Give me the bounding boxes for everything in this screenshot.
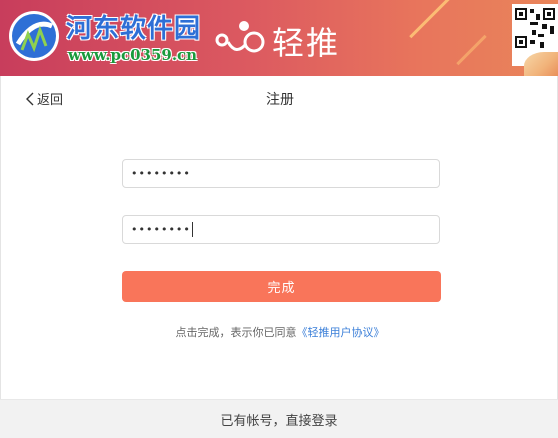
text-caret	[191, 222, 193, 237]
app-name: 轻推	[272, 24, 341, 62]
done-button-label: 完成	[267, 281, 296, 296]
register-panel: 返回 注册 •••••••• •••••••• 完成 点击完成，表示你已同意《轻…	[0, 76, 558, 399]
page-title: 注册	[266, 92, 294, 108]
password-field[interactable]: ••••••••	[122, 159, 440, 188]
login-link[interactable]: 已有帐号，直接登录	[0, 399, 558, 438]
done-button[interactable]: 完成	[122, 271, 441, 302]
agreement-notice: 点击完成，表示你已同意《轻推用户协议》	[1, 324, 558, 340]
login-link-label: 已有帐号，直接登录	[220, 413, 338, 429]
site-name: 河东软件园	[66, 14, 202, 44]
header-banner: 河东软件园 www.pc0359.cn 轻推	[0, 0, 558, 76]
site-url: www.pc0359.cn	[68, 46, 198, 64]
confirm-password-field[interactable]: ••••••••	[122, 215, 440, 244]
site-logo-icon	[9, 11, 59, 61]
user-agreement-link[interactable]: 《轻推用户协议》	[297, 326, 385, 339]
qingtui-logo-icon	[215, 21, 265, 53]
agreement-prefix: 点击完成，表示你已同意	[175, 326, 297, 339]
decorative-streak	[409, 0, 454, 39]
confirm-password-value: ••••••••	[131, 223, 191, 236]
decorative-streak	[456, 34, 487, 66]
password-value: ••••••••	[131, 167, 191, 180]
page-curl	[524, 52, 558, 76]
